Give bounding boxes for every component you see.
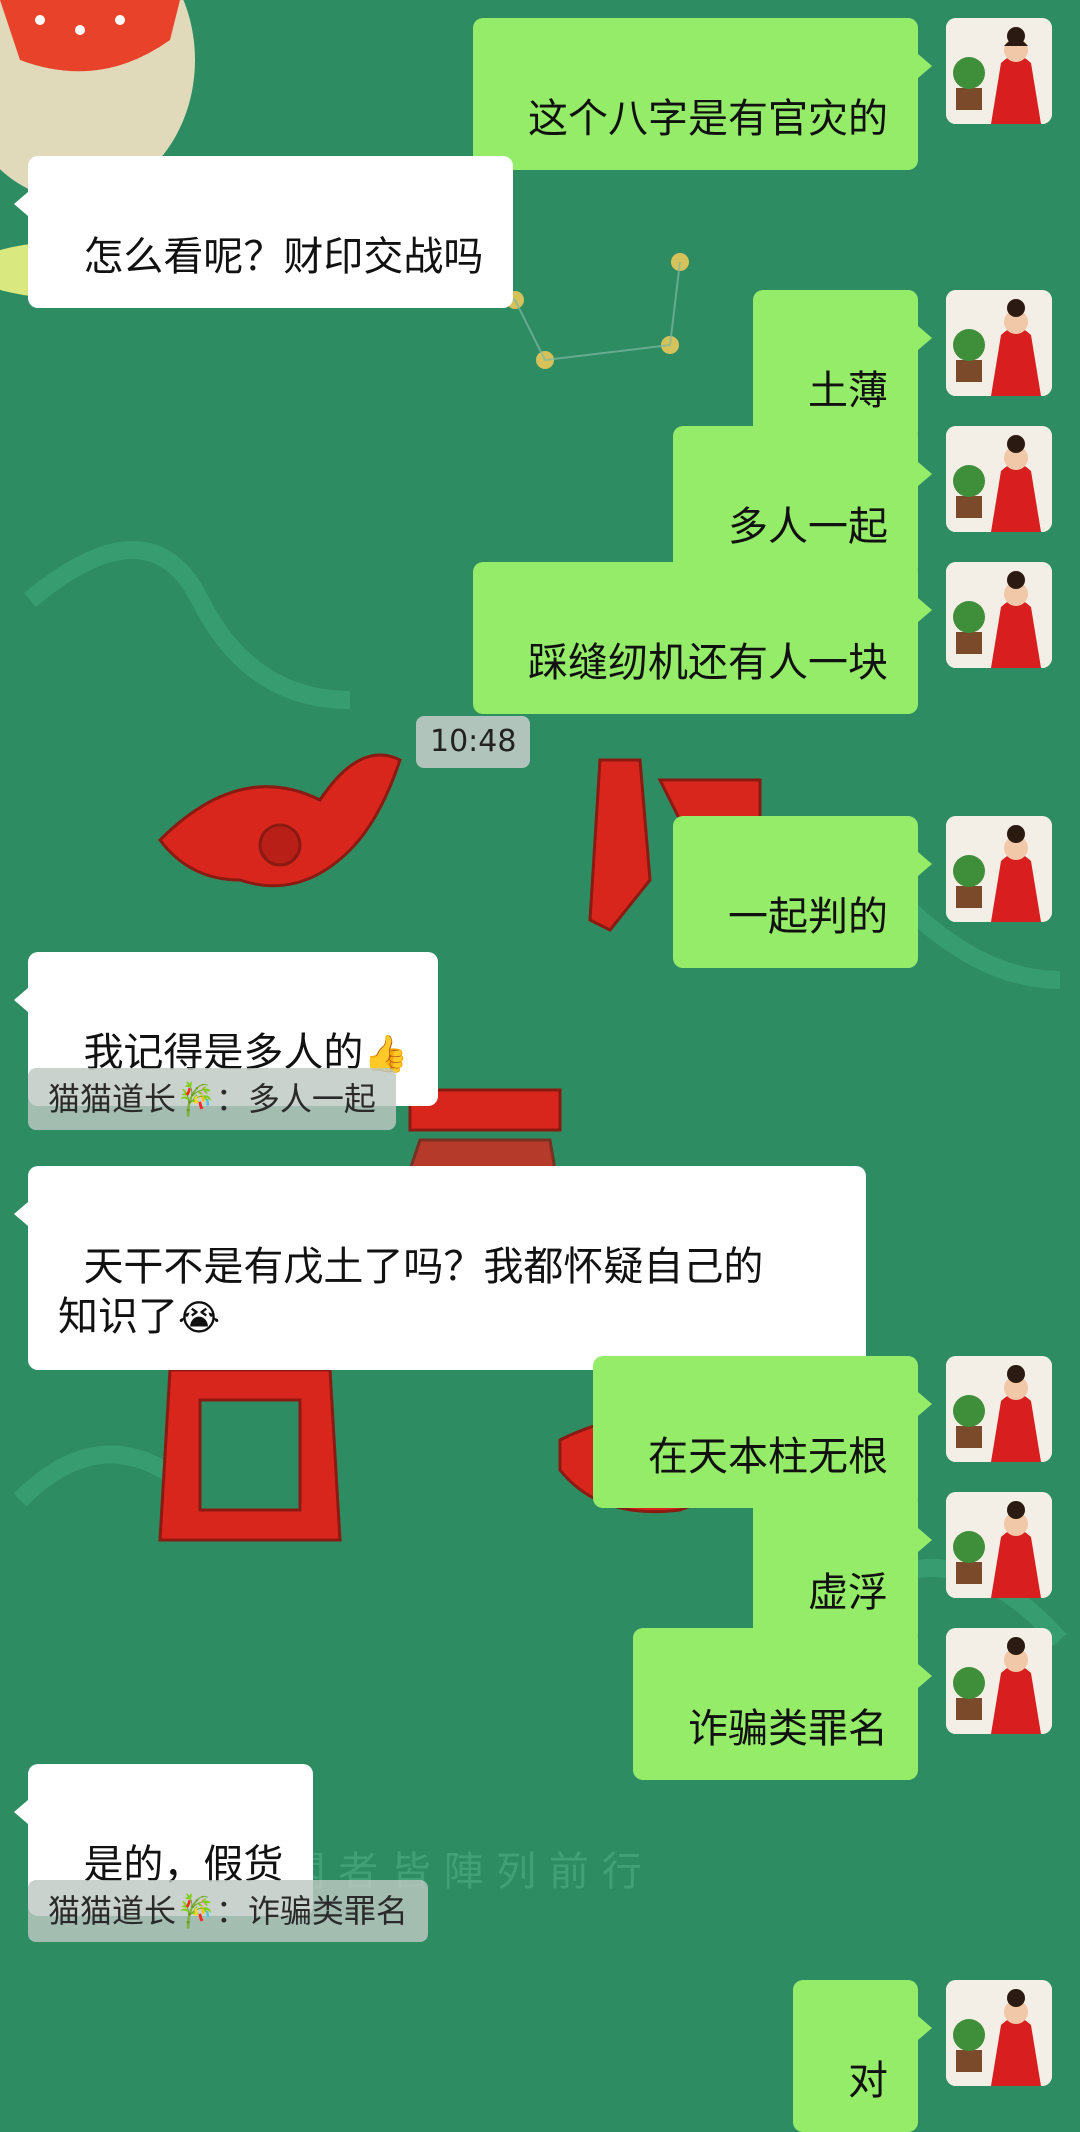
avatar[interactable]: [946, 816, 1052, 922]
avatar-woman-red-dress-icon: [946, 426, 1052, 532]
avatar[interactable]: [946, 290, 1052, 396]
avatar[interactable]: [946, 1492, 1052, 1598]
message-bubble-sent[interactable]: 土薄: [752, 290, 933, 442]
message-bubble-sent[interactable]: 这个八字是有官灾的: [472, 18, 933, 170]
message-bubble-sent[interactable]: 对: [792, 1980, 933, 2132]
avatar[interactable]: [946, 1356, 1052, 1462]
quoted-reply[interactable]: 猫猫道长🎋：诈骗类罪名: [28, 1880, 428, 1942]
avatar[interactable]: [946, 562, 1052, 668]
message-text: 怎么看呢？财印交战吗: [83, 234, 484, 280]
message-bubble-sent[interactable]: 诈骗类罪名: [632, 1628, 933, 1780]
avatar-woman-red-dress-icon: [946, 562, 1052, 668]
message-bubble-sent[interactable]: 虚浮: [752, 1492, 933, 1644]
avatar-woman-red-dress-icon: [946, 1628, 1052, 1734]
message-text: 虚浮: [808, 1570, 888, 1616]
message-bubble-sent[interactable]: 在天本柱无根: [592, 1356, 933, 1508]
message-bubble-sent[interactable]: 踩缝纫机还有人一块: [472, 562, 933, 714]
avatar-woman-red-dress-icon: [946, 290, 1052, 396]
avatar-woman-red-dress-icon: [946, 1492, 1052, 1598]
message-bubble-received[interactable]: 天干不是有戊土了吗？我都怀疑自己的 知识了😭: [14, 1166, 866, 1370]
avatar[interactable]: [946, 18, 1052, 124]
message-text: 这个八字是有官灾的: [528, 96, 888, 142]
message-bubble-sent[interactable]: 一起判的: [672, 816, 933, 968]
crying-laughing-icon: 😭: [178, 1298, 221, 1339]
message-bubble-sent[interactable]: 多人一起: [672, 426, 933, 578]
avatar-woman-red-dress-icon: [946, 1980, 1052, 2086]
avatar[interactable]: [946, 426, 1052, 532]
timestamp: 10:48: [416, 716, 531, 768]
message-text: 天干不是有戊土了吗？我都怀疑自己的 知识了: [58, 1244, 764, 1340]
message-text: 对: [848, 2058, 888, 2104]
message-text: 诈骗类罪名: [688, 1706, 888, 1752]
avatar[interactable]: [946, 1628, 1052, 1734]
avatar[interactable]: [946, 1980, 1052, 2086]
message-text: 土薄: [808, 368, 888, 414]
message-bubble-received[interactable]: 怎么看呢？财印交战吗: [13, 156, 514, 308]
avatar-woman-red-dress-icon: [946, 1356, 1052, 1462]
message-text: 在天本柱无根: [648, 1434, 888, 1480]
message-text: 一起判的: [728, 894, 888, 940]
avatar-woman-red-dress-icon: [946, 816, 1052, 922]
message-text: 踩缝纫机还有人一块: [528, 640, 888, 686]
message-text: 多人一起: [728, 504, 888, 550]
quoted-reply[interactable]: 猫猫道长🎋：多人一起: [28, 1068, 396, 1130]
avatar-woman-red-dress-icon: [946, 18, 1052, 124]
